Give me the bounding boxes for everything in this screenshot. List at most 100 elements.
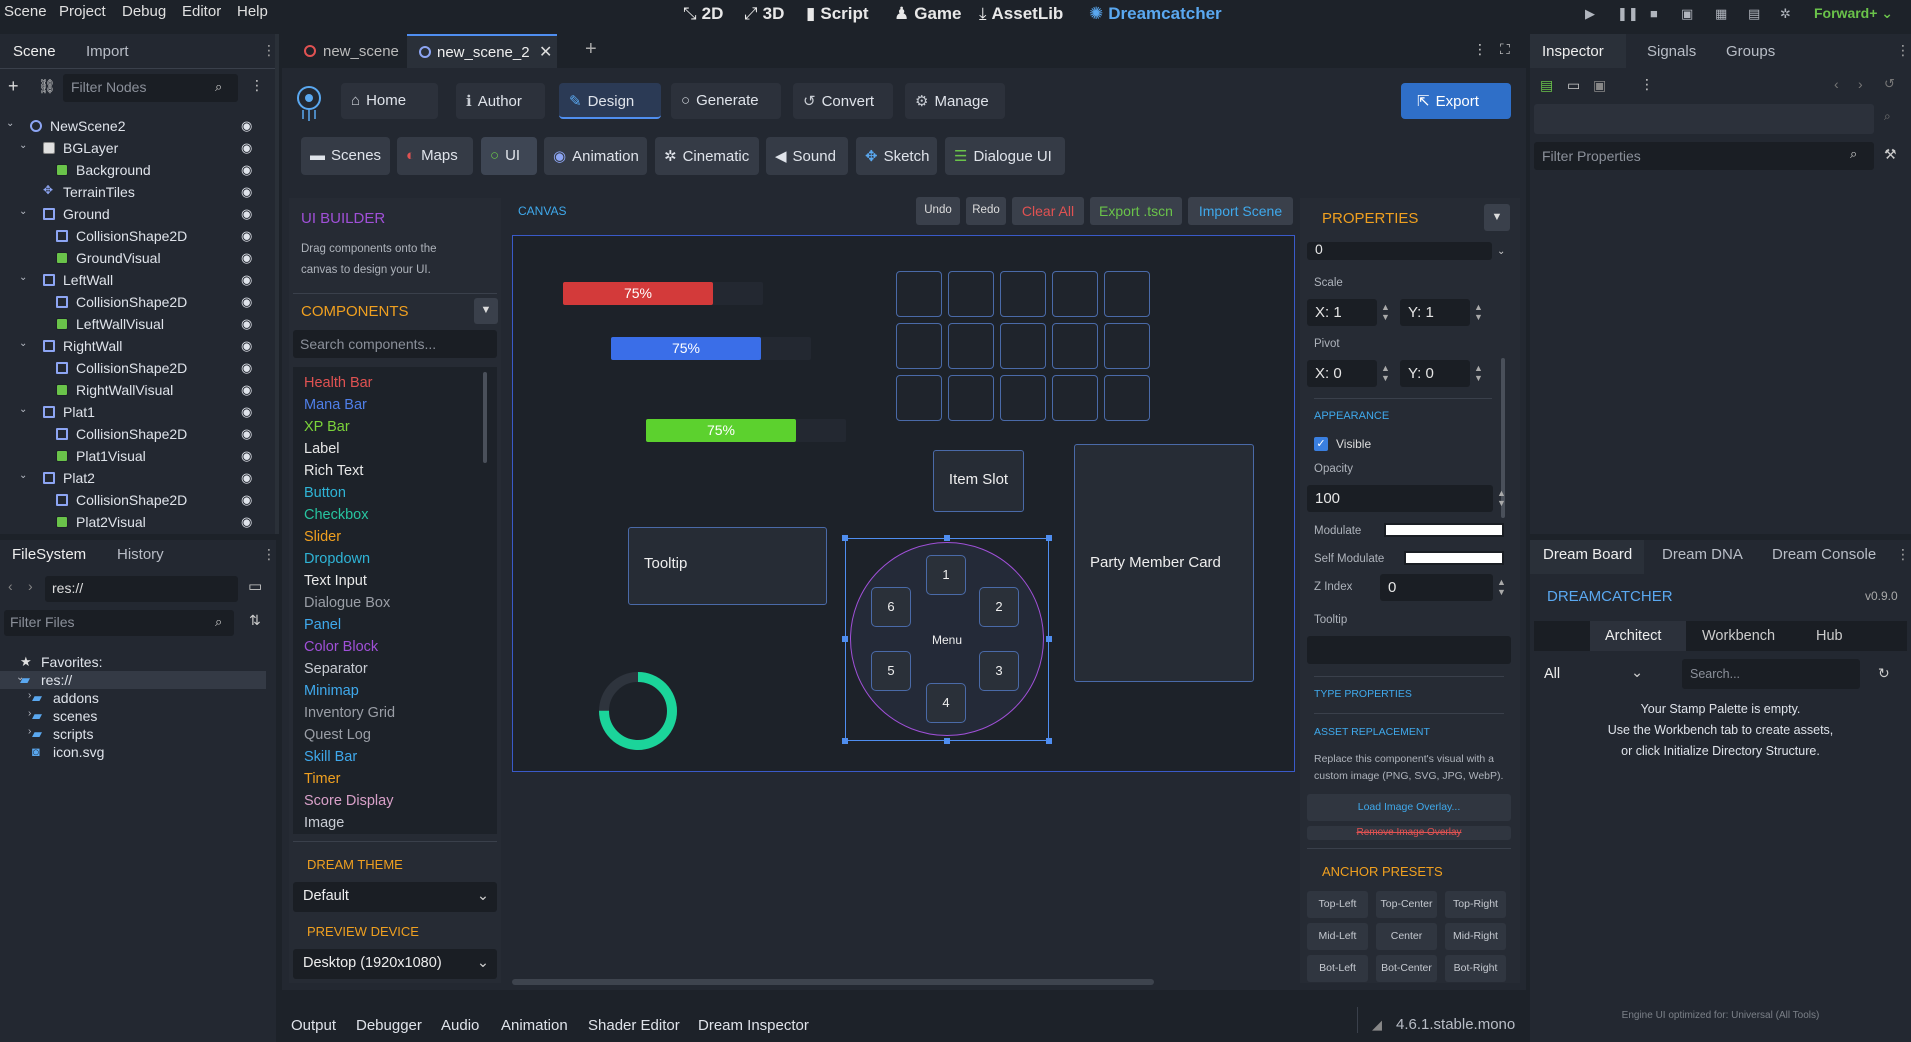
properties-collapse-button[interactable]: ▼ [1484, 204, 1510, 231]
visibility-eye-icon[interactable]: ◉ [241, 228, 252, 244]
menu-debug[interactable]: Debug [122, 3, 166, 20]
filter-properties-input[interactable]: Filter Properties [1534, 142, 1874, 170]
component-item[interactable]: Inventory Grid [304, 705, 395, 721]
anchor-top-center[interactable]: Top-Center [1376, 891, 1437, 918]
tree-node[interactable]: ⌄ LeftWall ◉ [0, 269, 270, 291]
file-item[interactable]: ◙ icon.svg [0, 743, 270, 761]
menu-project[interactable]: Project [59, 3, 106, 20]
visibility-eye-icon[interactable]: ◉ [241, 140, 252, 156]
tree-node[interactable]: ⌄ Ground ◉ [0, 203, 270, 225]
inspector-menu-icon[interactable]: ⋮ [1640, 76, 1654, 93]
inventory-slot[interactable] [1000, 271, 1046, 317]
workspace-dreamcatcher[interactable]: ✺ Dreamcatcher [1089, 4, 1222, 24]
history-forward-icon[interactable]: › [1858, 76, 1863, 92]
sort-icon[interactable]: ⇅ [249, 612, 261, 629]
canvas-horizontal-scrollbar[interactable] [512, 979, 1154, 985]
path-input[interactable]: res:// [45, 576, 238, 602]
design-tab-ui[interactable]: ○ UI [481, 137, 537, 175]
bottom-tab-debugger[interactable]: Debugger [356, 1017, 422, 1034]
resize-handle[interactable] [1046, 636, 1052, 642]
component-item[interactable]: Text Input [304, 573, 367, 589]
opacity-field[interactable]: 100 [1307, 485, 1493, 512]
nav-home-button[interactable]: ⌂ Home [341, 83, 438, 119]
radial-item-1[interactable]: 1 [926, 555, 966, 595]
anchor-mid-right[interactable]: Mid-Right [1445, 923, 1506, 950]
design-tab-sound[interactable]: ◀ Sound [766, 137, 848, 175]
inventory-slot[interactable] [1052, 323, 1098, 369]
scene-menu-icon[interactable]: ⋮ [250, 77, 264, 94]
design-tab-sketch[interactable]: ✥ Sketch [856, 137, 937, 175]
component-item[interactable]: Mana Bar [304, 397, 367, 413]
component-item[interactable]: XP Bar [304, 419, 350, 435]
radial-item-4[interactable]: 4 [926, 683, 966, 723]
anchor-bot-center[interactable]: Bot-Center [1376, 955, 1437, 982]
forward-arrow-icon[interactable]: › [28, 578, 33, 594]
scale-y-stepper[interactable]: ▲ ▼ [1474, 302, 1483, 322]
refresh-icon[interactable]: ↻ [1878, 665, 1890, 682]
component-item[interactable]: Rich Text [304, 463, 363, 479]
visibility-eye-icon[interactable]: ◉ [241, 316, 252, 332]
components-collapse-button[interactable]: ▼ [474, 298, 498, 324]
component-item[interactable]: Timer [304, 771, 341, 787]
tabs-menu-icon[interactable]: ⋮ [1473, 41, 1487, 58]
chevron-down-icon[interactable]: ⌄ [19, 404, 27, 415]
subtab-architect[interactable]: Architect [1590, 621, 1686, 651]
pivot-x-stepper[interactable]: ▲ ▼ [1381, 363, 1390, 383]
tab-dream-board[interactable]: Dream Board [1530, 540, 1644, 574]
progress-bar-component[interactable]: 75% [563, 282, 713, 305]
progress-bar-component[interactable]: 75% [611, 337, 761, 360]
design-tab-dialogue-ui[interactable]: ☰ Dialogue UI [945, 137, 1065, 175]
tree-node[interactable]: CollisionShape2D ◉ [0, 357, 270, 379]
visibility-eye-icon[interactable]: ◉ [241, 272, 252, 288]
tree-node[interactable]: Plat1Visual ◉ [0, 445, 270, 467]
chevron-right-icon[interactable]: › [28, 690, 31, 701]
tree-node[interactable]: CollisionShape2D ◉ [0, 225, 270, 247]
position-value-field[interactable]: 0 [1307, 242, 1492, 260]
opacity-stepper[interactable]: ▲ ▼ [1497, 488, 1506, 508]
scene-tab-new-scene[interactable]: new_scene [290, 34, 407, 68]
menu-editor[interactable]: Editor [182, 3, 221, 20]
clear-all-button[interactable]: Clear All [1012, 197, 1084, 225]
new-resource-icon[interactable]: ▤ [1540, 77, 1553, 94]
component-item[interactable]: Minimap [304, 683, 359, 699]
pivot-x-field[interactable]: X: 0 [1307, 360, 1377, 387]
history-back-icon[interactable]: ‹ [1834, 76, 1839, 92]
inventory-slot[interactable] [1104, 375, 1150, 421]
chevron-down-icon[interactable]: ⌄ [19, 206, 27, 217]
link-icon[interactable]: ⛓ [38, 78, 56, 95]
distraction-free-icon[interactable]: ⛶ [1500, 41, 1510, 58]
workspace-2d[interactable]: ⤡ 2D [683, 4, 723, 24]
radial-progress-component[interactable] [595, 670, 685, 760]
scene-tab-new-scene-2[interactable]: new_scene_2 ✕ [407, 34, 557, 68]
component-item[interactable]: Dropdown [304, 551, 370, 567]
resize-handle[interactable] [1046, 738, 1052, 744]
undo-button[interactable]: Undo [916, 197, 960, 225]
component-item[interactable]: Label [304, 441, 339, 457]
file-item[interactable]: › ▰ addons [0, 689, 270, 707]
tree-node[interactable]: Background ◉ [0, 159, 270, 181]
bottom-tab-dream-inspector[interactable]: Dream Inspector [698, 1017, 809, 1034]
self-modulate-color-swatch[interactable] [1404, 551, 1504, 565]
nav-generate-button[interactable]: ○ Generate [671, 83, 781, 119]
inventory-slot[interactable] [1104, 271, 1150, 317]
workspace-game[interactable]: ♟ Game [894, 4, 962, 24]
component-item[interactable]: Health Bar [304, 375, 373, 391]
tree-node[interactable]: CollisionShape2D ◉ [0, 291, 270, 313]
inventory-slot[interactable] [1104, 323, 1150, 369]
nav-design-button[interactable]: ✎ Design [559, 83, 661, 119]
resize-handle[interactable] [944, 535, 950, 541]
inventory-slot[interactable] [1052, 271, 1098, 317]
pivot-y-stepper[interactable]: ▲ ▼ [1474, 363, 1483, 383]
tree-node[interactable]: RightWallVisual ◉ [0, 379, 270, 401]
zindex-field[interactable]: 0 [1380, 574, 1493, 601]
scale-x-field[interactable]: X: 1 [1307, 299, 1377, 326]
visibility-eye-icon[interactable]: ◉ [241, 514, 252, 530]
bottom-tab-shader-editor[interactable]: Shader Editor [588, 1017, 680, 1034]
component-item[interactable]: Panel [304, 617, 341, 633]
tree-node[interactable]: ⌄ Plat2 ◉ [0, 467, 270, 489]
tree-node[interactable]: GroundVisual ◉ [0, 247, 270, 269]
visibility-eye-icon[interactable]: ◉ [241, 206, 252, 222]
visibility-eye-icon[interactable]: ◉ [241, 294, 252, 310]
dock-menu-icon[interactable]: ⋮ [1896, 42, 1910, 59]
tab-dream-dna[interactable]: Dream DNA [1662, 546, 1743, 563]
